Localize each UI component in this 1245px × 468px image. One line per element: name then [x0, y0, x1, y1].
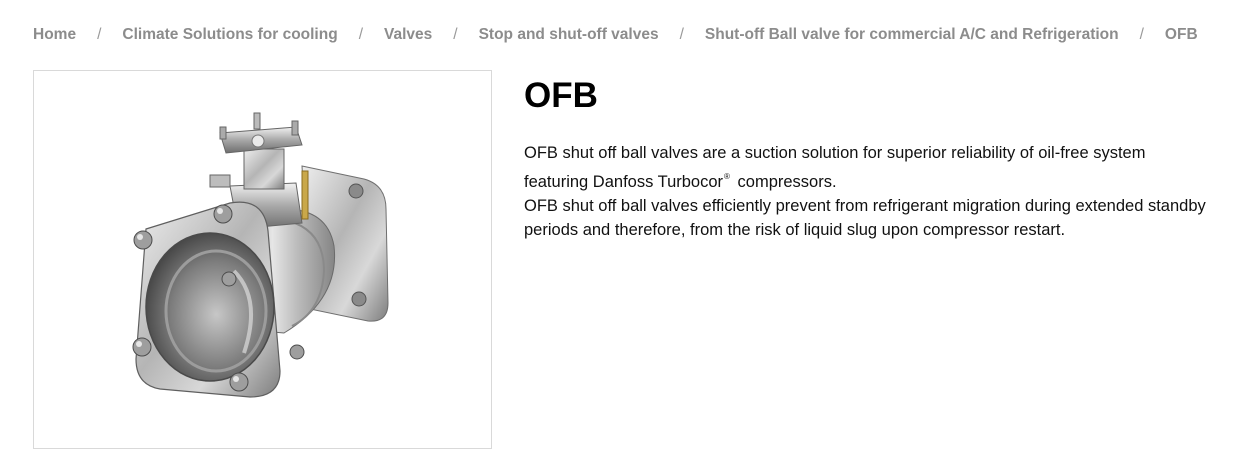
description-paragraph-2: OFB shut off ball valves efficiently pre… — [524, 197, 1206, 239]
description-paragraph-1: OFB shut off ball valves are a suction s… — [524, 141, 1214, 194]
breadcrumb-current-ofb: OFB — [1164, 26, 1198, 43]
breadcrumb-stop-shutoff-valves[interactable]: Stop and shut-off valves — [479, 26, 659, 44]
breadcrumb-valves[interactable]: Valves — [384, 26, 432, 44]
ball-valve-illustration — [132, 112, 389, 398]
breadcrumb-separator: / — [97, 26, 102, 43]
breadcrumb-separator: / — [453, 26, 458, 43]
description-text: compressors. — [732, 173, 837, 191]
breadcrumb-separator: / — [358, 26, 363, 43]
page-title: OFB — [524, 76, 598, 115]
breadcrumb-home[interactable]: Home — [33, 26, 76, 44]
registered-mark: ® — [724, 172, 730, 181]
breadcrumb-separator: / — [679, 26, 684, 43]
breadcrumb: Home / Climate Solutions for cooling / V… — [33, 25, 1198, 45]
product-image[interactable] — [33, 70, 492, 449]
breadcrumb-ball-valve-category[interactable]: Shut-off Ball valve for commercial A/C a… — [705, 26, 1119, 44]
product-details: OFB OFB shut off ball valves are a sucti… — [524, 76, 1214, 242]
breadcrumb-separator: / — [1139, 26, 1144, 43]
product-description: OFB shut off ball valves are a suction s… — [524, 141, 1214, 242]
breadcrumb-climate-solutions[interactable]: Climate Solutions for cooling — [122, 26, 337, 44]
